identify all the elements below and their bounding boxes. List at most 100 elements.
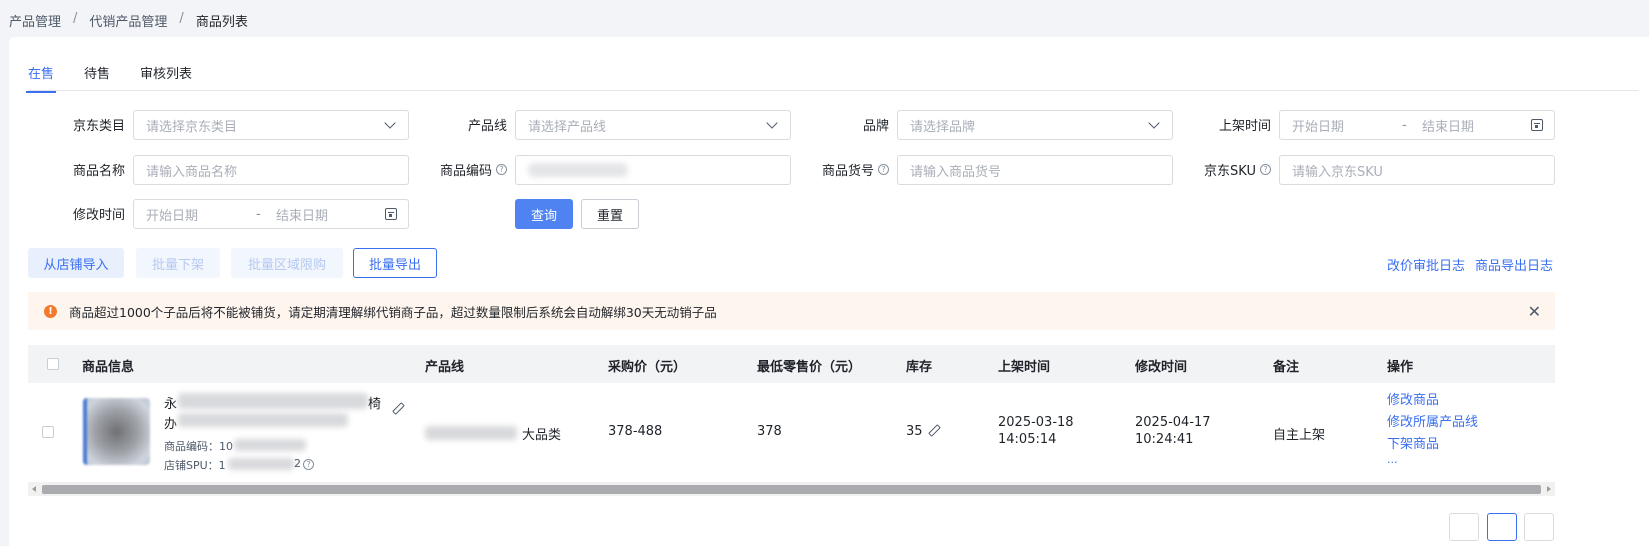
modify-date: 2025-04-17	[1135, 415, 1211, 430]
product-line-value: 大品类	[522, 428, 562, 443]
product-sku-no-input[interactable]: 请输入商品货号	[897, 155, 1173, 185]
remark: 自主上架	[1273, 428, 1326, 443]
price-audit-log-link[interactable]: 改价审批日志	[1387, 255, 1465, 274]
store-spu-tail: 2	[294, 457, 301, 470]
tab-bar: 在售 待售 审核列表	[25, 63, 192, 93]
redacted-title	[178, 413, 348, 427]
column-header: 商品信息	[82, 360, 135, 375]
column-header: 采购价（元）	[608, 360, 687, 375]
product-sku-no-label: 商品货号?	[799, 155, 889, 184]
row-checkbox[interactable]	[42, 426, 54, 438]
help-icon[interactable]: ?	[878, 164, 889, 175]
brand-label: 品牌	[862, 119, 889, 134]
edit-icon[interactable]	[392, 403, 402, 413]
shelf-end-date[interactable]: 结束日期	[1422, 116, 1474, 135]
product-title-line2[interactable]: 办	[164, 413, 177, 432]
product-code: 商品编码：10	[164, 440, 233, 453]
modify-time-range-picker[interactable]: 开始日期 - 结束日期	[133, 199, 409, 229]
redacted-value	[528, 163, 628, 177]
shelf-time-range-picker[interactable]: 开始日期 - 结束日期	[1279, 110, 1555, 140]
column-header: 最低零售价（元）	[757, 360, 862, 375]
pagination-prev[interactable]	[1449, 513, 1479, 541]
jd-category-select[interactable]: 请选择京东类目	[133, 110, 409, 140]
alert-text: 商品超过1000个子品后将不能被铺货，请定期清理解绑代销商子品，超过数量限制后系…	[69, 304, 717, 320]
product-name-label: 商品名称	[72, 164, 125, 179]
help-icon[interactable]: ?	[303, 459, 314, 470]
table-row: 永 椅 办 商品编码：10 店铺SPU：1 2 ? 大品类 378-488 37…	[28, 383, 1555, 481]
redacted-spu	[228, 458, 294, 470]
query-button[interactable]: 查询	[515, 199, 573, 229]
batch-export-button[interactable]: 批量导出	[353, 248, 437, 278]
column-header: 备注	[1273, 360, 1300, 375]
help-icon[interactable]: ?	[496, 164, 507, 175]
stock-value: 35	[906, 424, 923, 439]
warning-alert: ! 商品超过1000个子品后将不能被铺货，请定期清理解绑代销商子品，超过数量限制…	[28, 292, 1555, 330]
tab-on-sale[interactable]: 在售	[25, 63, 57, 93]
shelf-date: 2025-03-18	[998, 415, 1074, 430]
breadcrumb-current: 商品列表	[195, 15, 248, 30]
calendar-icon	[1531, 119, 1543, 131]
product-line-label: 产品线	[467, 119, 507, 134]
warning-icon: !	[44, 304, 57, 318]
product-code-input[interactable]	[515, 155, 791, 185]
shelf-clock: 14:05:14	[998, 432, 1057, 447]
column-header: 库存	[906, 360, 933, 375]
breadcrumb-separator: /	[73, 11, 78, 26]
horizontal-scrollbar[interactable]	[28, 482, 1555, 496]
chevron-down-icon	[1148, 117, 1160, 129]
brand-select[interactable]: 请选择品牌	[897, 110, 1173, 140]
redacted-title	[178, 393, 368, 409]
edit-product-line-link[interactable]: 修改所属产品线	[1387, 411, 1478, 430]
shelf-start-date[interactable]: 开始日期	[1292, 116, 1344, 135]
batch-region-limit-button[interactable]: 批量区域限购	[231, 248, 343, 278]
edit-product-link[interactable]: 修改商品	[1387, 389, 1439, 408]
reset-button[interactable]: 重置	[581, 199, 639, 229]
scroll-left-icon[interactable]	[32, 486, 36, 492]
modify-start-date[interactable]: 开始日期	[146, 205, 198, 224]
product-title-end[interactable]: 椅	[368, 393, 381, 412]
column-header: 修改时间	[1135, 360, 1188, 375]
min-retail-price: 378	[757, 424, 782, 439]
main-card: 在售 待售 审核列表 京东类目 请选择京东类目 产品线 请选择产品线 品牌 请选…	[9, 37, 1649, 546]
scrollbar-thumb[interactable]	[42, 485, 1541, 494]
pagination-page[interactable]	[1487, 513, 1517, 541]
select-all-checkbox[interactable]	[47, 358, 59, 370]
jd-sku-input[interactable]: 请输入京东SKU	[1279, 155, 1555, 185]
breadcrumb-item[interactable]: 产品管理	[9, 11, 61, 30]
shelf-time-label: 上架时间	[1218, 119, 1271, 134]
chevron-down-icon	[766, 117, 778, 129]
more-ops-link[interactable]: ...	[1387, 453, 1398, 466]
date-separator: -	[1402, 117, 1407, 133]
tab-audit-list[interactable]: 审核列表	[140, 63, 192, 92]
tab-divider	[28, 90, 1639, 91]
redacted-product-line	[425, 426, 517, 440]
column-header: 产品线	[425, 360, 465, 375]
import-from-store-button[interactable]: 从店铺导入	[28, 248, 124, 278]
column-header: 上架时间	[998, 360, 1051, 375]
purchase-price: 378-488	[608, 424, 663, 439]
offshelf-product-link[interactable]: 下架商品	[1387, 433, 1439, 452]
scroll-right-icon[interactable]	[1547, 486, 1551, 492]
jd-category-label: 京东类目	[72, 119, 125, 134]
tab-pending-sale[interactable]: 待售	[84, 63, 110, 92]
table-header: 商品信息 产品线 采购价（元） 最低零售价（元） 库存 上架时间 修改时间 备注…	[28, 345, 1555, 383]
pagination-next[interactable]	[1524, 513, 1554, 541]
product-name-input[interactable]: 请输入商品名称	[133, 155, 409, 185]
export-log-link[interactable]: 商品导出日志	[1475, 255, 1553, 274]
modify-time-label: 修改时间	[72, 208, 125, 223]
jd-sku-label: 京东SKU?	[1181, 155, 1271, 184]
modify-clock: 10:24:41	[1135, 432, 1194, 447]
chevron-down-icon	[384, 117, 396, 129]
product-title-start[interactable]: 永	[164, 393, 177, 412]
close-icon[interactable]: ✕	[1528, 302, 1541, 321]
help-icon[interactable]: ?	[1260, 164, 1271, 175]
product-line-select[interactable]: 请选择产品线	[515, 110, 791, 140]
redacted-code	[234, 439, 306, 451]
breadcrumb-separator: /	[179, 11, 184, 26]
store-spu: 店铺SPU：1	[164, 459, 226, 472]
product-thumbnail[interactable]	[83, 398, 150, 465]
breadcrumb-item[interactable]: 代销产品管理	[89, 11, 167, 30]
modify-end-date[interactable]: 结束日期	[276, 205, 328, 224]
edit-icon[interactable]	[928, 425, 938, 435]
batch-offshelf-button[interactable]: 批量下架	[136, 248, 220, 278]
